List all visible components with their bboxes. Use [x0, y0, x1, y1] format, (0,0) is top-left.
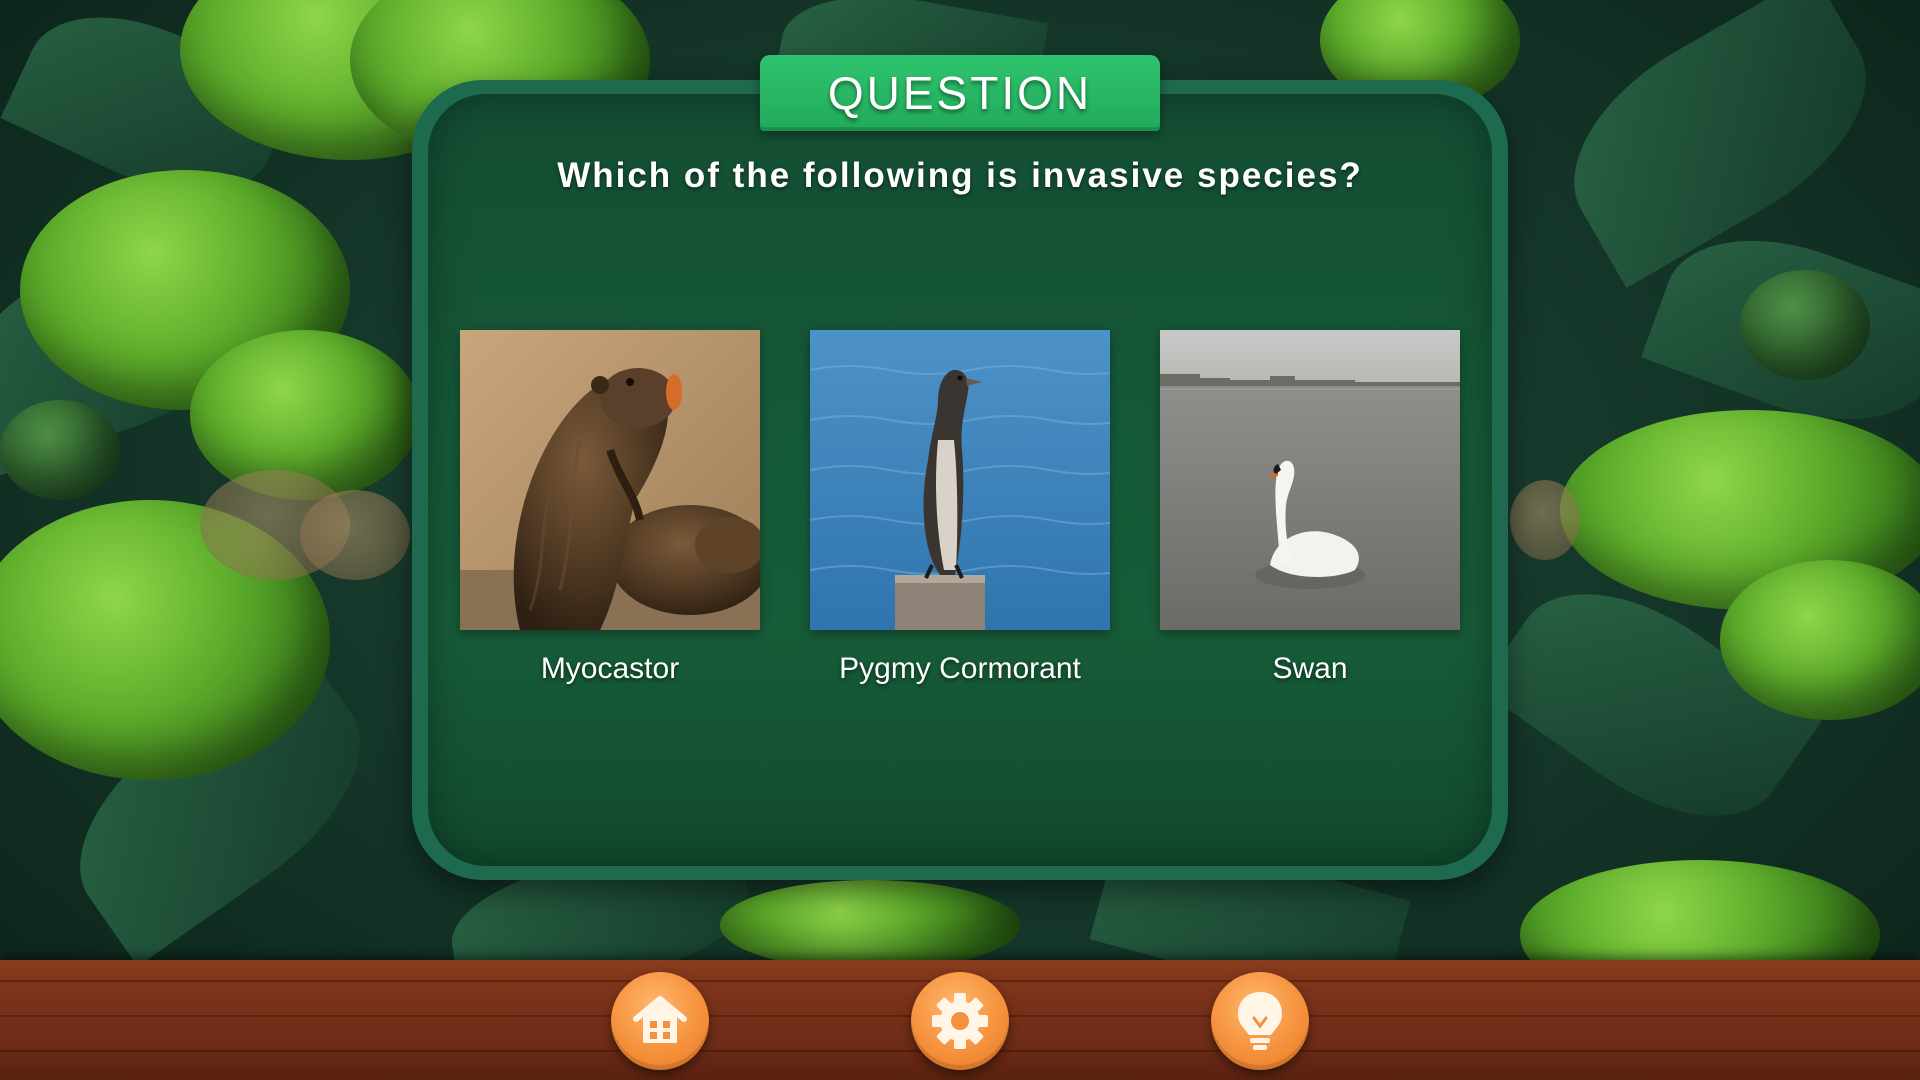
- answer-option-swan[interactable]: Swan: [1160, 330, 1460, 686]
- answer-label: Swan: [1272, 652, 1348, 685]
- hint-button[interactable]: [1211, 972, 1309, 1070]
- lightbulb-icon: [1238, 992, 1282, 1050]
- answer-label: Myocastor: [540, 652, 680, 685]
- home-icon: [633, 996, 687, 1043]
- answer-option-myocastor[interactable]: Myocastor: [460, 330, 760, 686]
- question-text: Which of the following is invasive speci…: [557, 156, 1363, 195]
- cormorant-photo[interactable]: [810, 330, 1110, 630]
- answer-option-pygmy-cormorant[interactable]: Pygmy Cormorant: [810, 330, 1110, 686]
- question-title-tab: QUESTION: [760, 55, 1160, 131]
- nutria-photo[interactable]: [460, 330, 760, 630]
- settings-button[interactable]: [911, 972, 1009, 1070]
- gear-icon: [932, 993, 988, 1049]
- game-screen: QUESTION Which of the following is invas…: [0, 0, 1920, 1080]
- question-title: QUESTION: [827, 67, 1093, 119]
- swan-photo[interactable]: [1160, 330, 1460, 630]
- home-button[interactable]: [611, 972, 709, 1070]
- answer-label: Pygmy Cormorant: [839, 652, 1081, 685]
